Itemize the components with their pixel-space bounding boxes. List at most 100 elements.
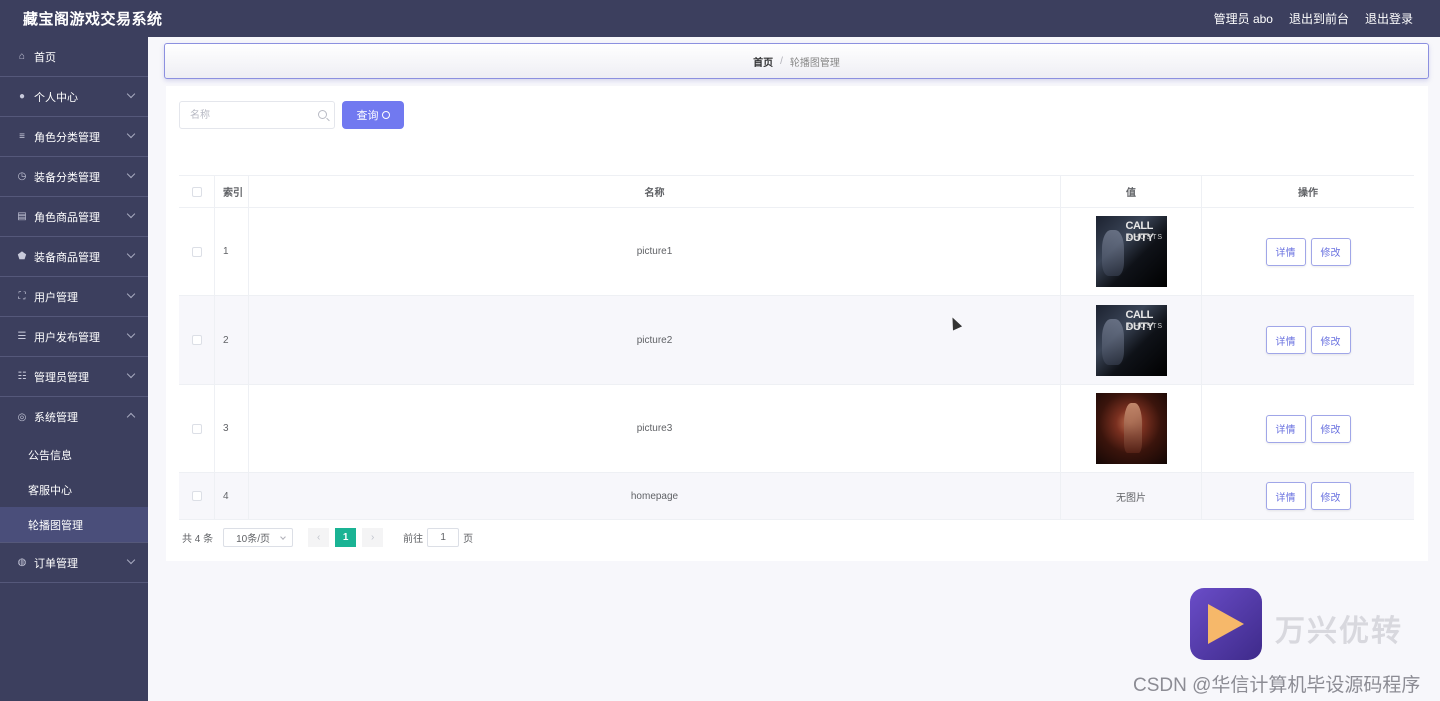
compass-icon: ◎: [17, 411, 27, 423]
goto-suffix: 页: [463, 534, 474, 545]
admin-user-label: 管理员 abo: [1213, 12, 1273, 26]
thumb-subtitle: GHOSTS: [1127, 234, 1164, 241]
breadcrumb: 首页 / 轮播图管理: [164, 43, 1429, 79]
search-field[interactable]: [179, 101, 335, 129]
select-all-checkbox[interactable]: [191, 186, 202, 197]
csdn-watermark: CSDN @华信计算机毕设源码程序: [1133, 675, 1421, 696]
row-actions: 详情 修改: [1202, 208, 1414, 295]
page-number-1[interactable]: 1: [335, 528, 357, 547]
chevron-down-icon: [126, 249, 136, 259]
prev-page-button[interactable]: ‹: [308, 528, 330, 547]
sidebar-item-label: 装备分类管理: [34, 171, 100, 184]
edit-button[interactable]: 修改: [1310, 326, 1351, 354]
next-page-button[interactable]: ›: [362, 528, 384, 547]
sidebar-item-equip-category[interactable]: ◷ 装备分类管理: [0, 157, 148, 197]
chevron-down-icon: [280, 534, 286, 540]
table-row: 4 homepage 无图片 详情 修改: [179, 473, 1414, 520]
detail-button[interactable]: 详情: [1265, 414, 1306, 443]
table-row: 2 picture2 CALL DUTY GHOSTS 详情 修改: [179, 296, 1414, 385]
header-value: 值: [1061, 176, 1202, 207]
edit-button[interactable]: 修改: [1310, 414, 1351, 443]
row-checkbox[interactable]: [191, 423, 202, 434]
logout-link[interactable]: 退出登录: [1365, 10, 1413, 27]
clock-icon: ◷: [17, 171, 27, 182]
row-value-no-image: 无图片: [1061, 473, 1202, 519]
row-actions: 详情 修改: [1202, 296, 1414, 384]
top-bar: 藏宝阁游戏交易系统 管理员 abo 退出到前台 退出登录: [0, 0, 1440, 37]
sidebar-item-label: 用户发布管理: [34, 331, 100, 344]
header-select-cell: [179, 176, 215, 207]
main-content: 查询 索引 名称 值 操作 1 picture1 CALL DUTYGHOSTS…: [166, 86, 1428, 561]
chevron-down-icon: [126, 329, 136, 339]
carousel-thumbnail: [1095, 393, 1167, 464]
sidebar-item-home[interactable]: ⌂ 首页: [0, 37, 148, 77]
sidebar-item-label: 系统管理: [34, 412, 78, 424]
goto-page-input[interactable]: 1: [427, 528, 460, 547]
sidebar-subitem-notice[interactable]: 公告信息: [0, 437, 148, 472]
table-row: 1 picture1 CALL DUTY GHOSTS 详情 修改: [179, 208, 1414, 296]
row-checkbox[interactable]: [191, 335, 202, 345]
query-button[interactable]: 查询: [342, 101, 404, 129]
doc-icon: ▤: [17, 211, 27, 222]
system-menu-group: ◎ 系统管理 公告信息 客服中心 轮播图管理: [0, 397, 148, 543]
frame-icon: ⛶: [18, 291, 26, 302]
list-icon: ≡: [19, 131, 25, 142]
sidebar-item-label: 角色分类管理: [34, 131, 100, 144]
sliders-icon: ☷: [17, 371, 27, 382]
table-row: 3 picture3 详情 修改: [179, 385, 1414, 473]
chevron-up-icon: [126, 412, 136, 422]
page-size-select[interactable]: 10条/页: [223, 528, 294, 547]
sidebar-item-personal-center[interactable]: ● 个人中心: [0, 77, 148, 117]
breadcrumb-home[interactable]: 首页: [753, 54, 773, 69]
sidebar-item-orders[interactable]: ◍ 订单管理: [0, 543, 148, 583]
sidebar-item-users[interactable]: ⛶ 用户管理: [0, 277, 148, 317]
exit-to-front-link[interactable]: 退出到前台: [1289, 10, 1349, 27]
chevron-down-icon: [126, 209, 136, 219]
detail-button[interactable]: 详情: [1265, 482, 1306, 510]
row-value: CALL DUTY GHOSTS: [1061, 208, 1202, 295]
edit-button[interactable]: 修改: [1310, 237, 1351, 266]
sidebar-item-label: 首页: [34, 51, 56, 64]
chevron-down-icon: [126, 289, 136, 299]
sidebar-item-label: 订单管理: [34, 557, 78, 570]
query-button-label: 查询: [356, 110, 379, 122]
detail-button[interactable]: 详情: [1265, 237, 1306, 266]
sidebar-item-admins[interactable]: ☷ 管理员管理: [0, 357, 148, 397]
sidebar-subitem-service[interactable]: 客服中心: [0, 472, 148, 507]
search-input[interactable]: [180, 102, 310, 128]
row-index: 2: [215, 296, 249, 384]
row-name: picture1: [249, 208, 1061, 295]
row-select-cell: [179, 296, 215, 384]
sidebar-item-equip-goods[interactable]: ⬟ 装备商品管理: [0, 237, 148, 277]
sidebar-item-role-goods[interactable]: ▤ 角色商品管理: [0, 197, 148, 237]
sidebar-subitem-carousel[interactable]: 轮播图管理: [0, 507, 148, 542]
goto-page: 前往 1 页: [403, 528, 473, 547]
sidebar-item-label: 角色商品管理: [34, 211, 100, 224]
goto-prefix: 前往: [403, 534, 424, 545]
row-name: homepage: [249, 473, 1061, 519]
row-checkbox[interactable]: [191, 491, 202, 501]
pagination-total: 共 4 条: [182, 534, 214, 545]
watermark-logo-icon: [1190, 588, 1262, 660]
carousel-thumbnail: CALL DUTY GHOSTS: [1095, 304, 1167, 376]
row-actions: 详情 修改: [1202, 473, 1414, 519]
chevron-down-icon: [126, 129, 136, 139]
header-name: 名称: [249, 176, 1061, 207]
detail-button[interactable]: 详情: [1265, 326, 1306, 354]
sidebar: ⌂ 首页 ● 个人中心 ≡ 角色分类管理 ◷ 装备分类管理 ▤ 角色商品管理 ⬟…: [0, 37, 148, 701]
header-index: 索引: [215, 176, 249, 207]
top-bar-actions: 管理员 abo 退出到前台 退出登录: [1214, 10, 1413, 27]
row-name: picture2: [249, 296, 1061, 384]
sidebar-item-label: 个人中心: [34, 91, 78, 104]
sidebar-item-user-publish[interactable]: ☰ 用户发布管理: [0, 317, 148, 357]
edit-button[interactable]: 修改: [1310, 482, 1351, 510]
sidebar-item-system[interactable]: ◎ 系统管理: [0, 397, 148, 437]
sidebar-item-role-category[interactable]: ≡ 角色分类管理: [0, 117, 148, 157]
search-icon: [318, 110, 327, 119]
row-checkbox[interactable]: [191, 246, 202, 257]
system-submenu: 公告信息 客服中心 轮播图管理: [0, 437, 148, 542]
app-title: 藏宝阁游戏交易系统: [23, 11, 163, 28]
list-icon: ☰: [17, 331, 27, 342]
chevron-down-icon: [126, 369, 136, 379]
row-index: 1: [215, 208, 249, 295]
